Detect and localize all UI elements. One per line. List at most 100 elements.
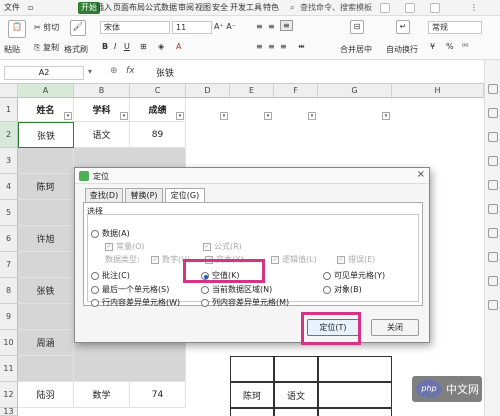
align-center-icon[interactable]: ≡ — [280, 20, 293, 31]
cell-g12[interactable] — [318, 382, 392, 408]
menu-tab-view[interactable]: 视图 — [195, 2, 211, 14]
help-icon[interactable] — [488, 300, 498, 310]
row-header-10[interactable]: 10 — [0, 330, 18, 356]
menu-tab-page-layout[interactable]: 页面布局 — [113, 2, 145, 14]
cell-a7[interactable] — [18, 252, 74, 278]
format-painter-label[interactable]: 格式刷 — [64, 44, 88, 55]
col-header-e[interactable]: E — [230, 84, 274, 98]
italic-icon[interactable]: I — [114, 42, 116, 51]
filter-dropdown-icon[interactable]: ▾ — [264, 112, 272, 120]
number-format-select[interactable]: 常规 — [428, 21, 482, 34]
col-header-f[interactable]: F — [274, 84, 318, 98]
cell-a11[interactable] — [18, 356, 74, 382]
formula-input[interactable]: 张铁 — [156, 66, 174, 79]
search-commands[interactable]: 查找命令、搜索模板 — [300, 2, 372, 14]
option-comments[interactable]: 批注(C) — [91, 270, 130, 281]
option-row-differences[interactable]: 行内容差异单元格(W) — [91, 297, 180, 308]
option-data[interactable]: 数据(A) — [91, 228, 130, 239]
close-icon[interactable]: × — [417, 169, 425, 180]
option-errors[interactable]: ✓ 错误(E) — [337, 254, 375, 265]
tab-replace[interactable]: 替换(P) — [125, 188, 163, 202]
cell-g13[interactable] — [318, 408, 392, 416]
fx-label[interactable]: fx — [126, 66, 135, 76]
font-color-icon[interactable]: A — [176, 42, 181, 51]
radio-current-region[interactable] — [201, 285, 209, 294]
align-right-icon[interactable]: ≡ — [280, 42, 287, 51]
backup-icon[interactable] — [488, 276, 498, 286]
option-visible-cells[interactable]: 可见单元格(Y) — [323, 270, 385, 281]
cell-a3[interactable] — [18, 148, 74, 174]
cut-button[interactable]: ✂ 剪切 — [34, 22, 59, 33]
cell-e11[interactable] — [230, 356, 274, 382]
cell-a5[interactable] — [18, 200, 74, 226]
merge-center-icon[interactable]: ⊟ — [350, 20, 364, 34]
align-middle-icon[interactable]: ≡ — [268, 22, 275, 31]
cell-a8[interactable]: 张铁 — [18, 278, 74, 304]
cell-a4[interactable]: 陈珂 — [18, 174, 74, 200]
shape-icon[interactable] — [488, 132, 498, 142]
menu-tab-formulas[interactable]: 公式 — [145, 2, 161, 14]
radio-data[interactable] — [91, 229, 99, 238]
save-icon[interactable]: ▫ — [28, 2, 33, 14]
radio-last-cell[interactable] — [91, 285, 99, 294]
name-box-dropdown-icon[interactable]: ▾ — [88, 67, 92, 76]
cell-a2[interactable]: 张铁 — [18, 122, 74, 148]
radio-objects[interactable] — [323, 285, 331, 294]
row-header-5[interactable]: 5 — [0, 200, 18, 226]
filter-dropdown-icon[interactable]: ▾ — [64, 112, 72, 120]
row-header-7[interactable]: 7 — [0, 252, 18, 278]
row-header-12[interactable]: 12 — [0, 382, 18, 408]
filter-icon[interactable] — [488, 84, 498, 94]
decimal-icon[interactable]: ⁰⁰ — [462, 42, 468, 51]
pin-icon[interactable] — [488, 180, 498, 190]
filter-dropdown-icon[interactable]: ▾ — [120, 112, 128, 120]
property-icon[interactable] — [488, 156, 498, 166]
row-header-2[interactable]: 2 — [0, 122, 18, 148]
settings-icon[interactable] — [488, 228, 498, 238]
check-logicals[interactable]: ✓ — [271, 255, 279, 264]
paste-label[interactable]: 粘贴 — [4, 44, 20, 55]
cell-c2[interactable]: 89 — [130, 122, 186, 148]
cell-b2[interactable]: 语文 — [74, 122, 130, 148]
row-header-8[interactable]: 8 — [0, 278, 18, 304]
menu-tab-special[interactable]: 特色 — [263, 2, 279, 14]
radio-column-differences[interactable] — [201, 298, 209, 307]
option-formulas[interactable]: ✓ 公式(R) — [203, 241, 242, 252]
search-icon[interactable]: ⌕ — [290, 2, 294, 14]
close-button[interactable]: 关闭 — [371, 319, 419, 336]
wrap-text-label[interactable]: 自动换行 — [386, 44, 418, 55]
option-current-region[interactable]: 当前数据区域(N) — [201, 284, 272, 295]
bold-icon[interactable]: B — [102, 42, 108, 51]
tab-find[interactable]: 查找(D) — [85, 188, 123, 202]
option-logicals[interactable]: ✓ 逻辑值(L) — [271, 254, 317, 265]
grid-icon[interactable] — [488, 204, 498, 214]
cell-f12[interactable]: 语文 — [274, 382, 318, 408]
option-last-cell[interactable]: 最后一个单元格(S) — [91, 284, 169, 295]
font-size-select[interactable]: 11 — [172, 21, 212, 34]
col-header-g[interactable]: G — [318, 84, 392, 98]
check-formulas[interactable]: ✓ — [203, 242, 211, 251]
row-header-3[interactable]: 3 — [0, 148, 18, 174]
merge-center-label[interactable]: 合并居中 — [340, 44, 372, 55]
check-errors[interactable]: ✓ — [337, 255, 345, 264]
tools-icon[interactable] — [488, 252, 498, 262]
user-icon[interactable] — [430, 3, 440, 13]
menu-tab-data[interactable]: 数据 — [161, 2, 177, 14]
cell-a6[interactable]: 许旭 — [18, 226, 74, 252]
cell-e12[interactable]: 陈珂 — [230, 382, 274, 408]
name-box[interactable]: A2 — [4, 66, 84, 80]
cell-e13[interactable] — [230, 408, 274, 416]
paste-icon[interactable]: 📋 — [8, 20, 26, 38]
filter-dropdown-icon[interactable]: ▾ — [220, 112, 228, 120]
cursor-icon[interactable] — [488, 108, 498, 118]
share-icon[interactable] — [405, 3, 415, 13]
check-numbers[interactable]: ✓ — [151, 255, 159, 264]
radio-visible-cells[interactable] — [323, 271, 331, 280]
check-constants[interactable]: ✓ — [105, 242, 113, 251]
tab-goto[interactable]: 定位(G) — [165, 188, 205, 203]
menu-file[interactable]: 文件 — [4, 2, 20, 14]
col-header-h[interactable]: H — [392, 84, 484, 98]
dialog-titlebar[interactable]: 定位 × — [75, 168, 429, 184]
col-header-d[interactable]: D — [186, 84, 230, 98]
row-header-1[interactable]: 1 — [0, 98, 18, 122]
